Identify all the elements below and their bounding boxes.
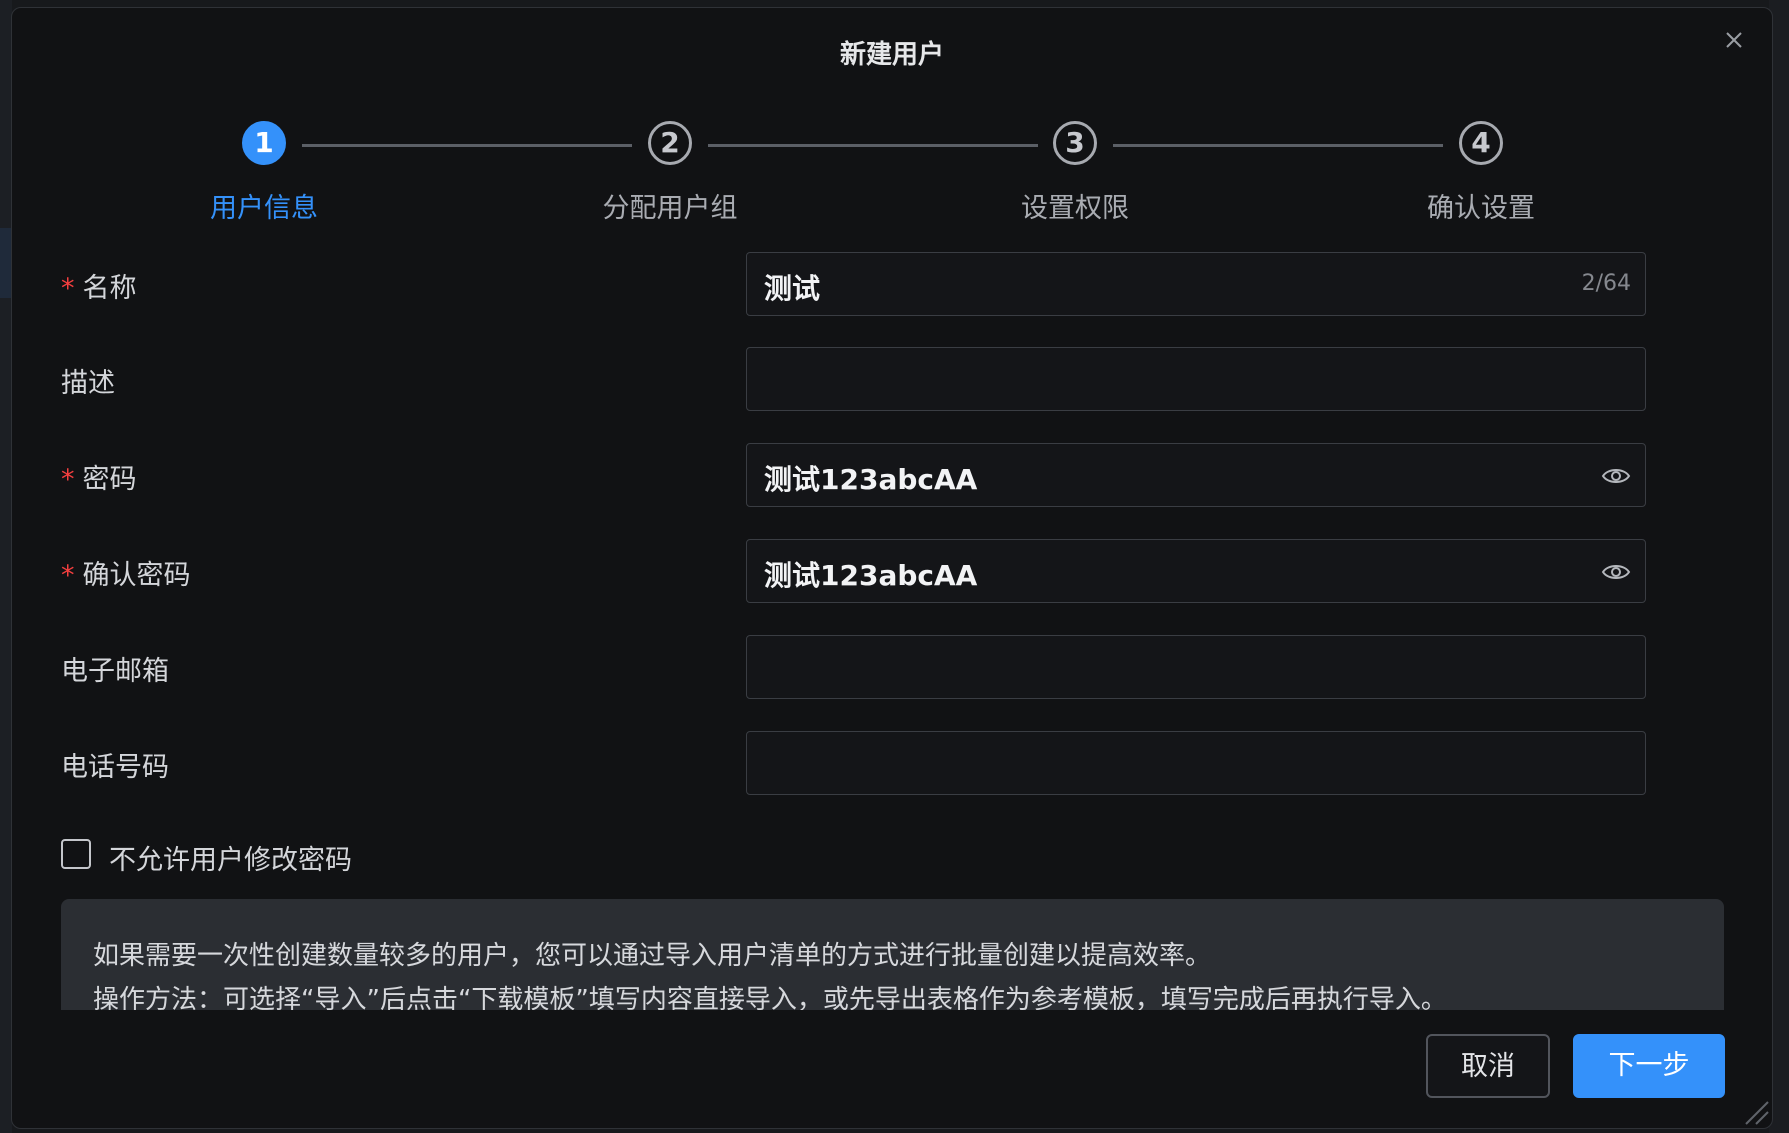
confirm-password-input[interactable]: 测试123abcAA [746,539,1646,603]
step-4-label: 确认设置 [1427,193,1535,224]
step-connector-1 [302,144,632,147]
step-connector-2 [708,144,1038,147]
description-label: 描述 [61,361,115,400]
email-label-text: 电子邮箱 [61,656,169,687]
phone-label: 电话号码 [61,745,169,784]
name-label: * 名称 [61,266,137,305]
name-char-count: 2/64 [1581,271,1631,296]
step-4-circle: 4 [1459,121,1503,165]
description-label-text: 描述 [61,368,115,399]
confirm-password-label: * 确认密码 [61,553,191,592]
next-step-button[interactable]: 下一步 [1573,1034,1725,1098]
eye-icon[interactable] [1601,461,1631,491]
step-3-circle: 3 [1053,121,1097,165]
import-tip-box: 如果需要一次性创建数量较多的用户，您可以通过导入用户清单的方式进行批量创建以提高… [61,899,1724,1010]
password-label: * 密码 [61,457,137,496]
description-input[interactable] [746,347,1646,411]
tip-line-2: 操作方法：可选择“导入”后点击“下载模板”填写内容直接导入，或先导出表格作为参考… [93,985,1447,1010]
cancel-button[interactable]: 取消 [1426,1034,1550,1098]
required-mark: * [61,560,75,591]
new-user-dialog: 新建用户 1 用户信息 2 分配用户组 3 设置权限 4 确认设置 * 名称 测试… [11,7,1773,1129]
step-1-circle: 1 [242,121,286,165]
password-label-text: 密码 [82,464,137,495]
name-input[interactable]: 测试 2/64 [746,252,1646,316]
phone-input[interactable] [746,731,1646,795]
password-input-value: 测试123abcAA [764,463,978,496]
resize-handle-icon[interactable] [1740,1096,1770,1126]
step-2-circle: 2 [648,121,692,165]
confirm-password-input-value: 测试123abcAA [764,559,978,592]
confirm-password-label-text: 确认密码 [82,560,191,591]
name-label-text: 名称 [82,273,137,304]
phone-label-text: 电话号码 [61,752,169,783]
name-input-value: 测试 [764,272,821,305]
step-3-label: 设置权限 [1021,193,1129,224]
password-input[interactable]: 测试123abcAA [746,443,1646,507]
email-label: 电子邮箱 [61,649,169,688]
tip-line-1: 如果需要一次性创建数量较多的用户，您可以通过导入用户清单的方式进行批量创建以提高… [93,941,1212,971]
eye-icon[interactable] [1601,557,1631,587]
email-input[interactable] [746,635,1646,699]
step-connector-3 [1113,144,1443,147]
required-mark: * [61,273,75,304]
step-2-label: 分配用户组 [602,193,738,224]
steps-indicator: 1 用户信息 2 分配用户组 3 设置权限 4 确认设置 [12,8,1772,224]
no-change-password-checkbox[interactable] [61,839,91,869]
required-mark: * [61,464,75,495]
step-1-label: 用户信息 [210,193,318,224]
no-change-password-label: 不允许用户修改密码 [109,845,352,876]
